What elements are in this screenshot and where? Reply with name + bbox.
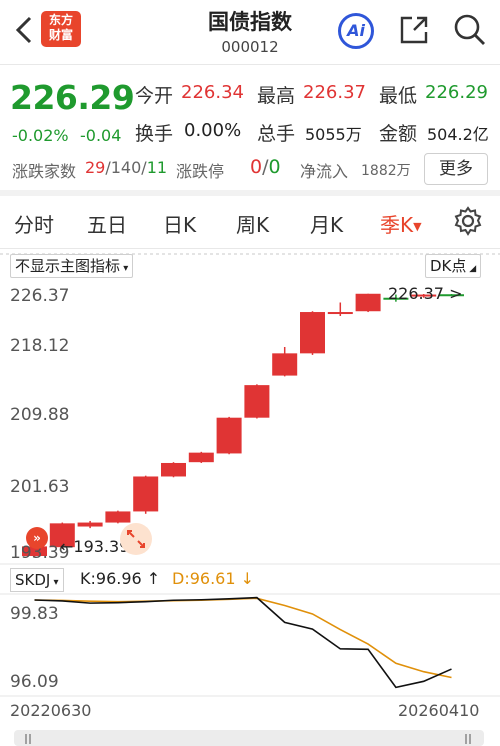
tab-quarterly-k-label: 季K (380, 213, 414, 237)
main-indicator-select[interactable]: 不显示主图指标 ▾ (10, 254, 134, 278)
netflow-value: 1882万 (361, 163, 411, 179)
logo-line1: 东方 (48, 13, 73, 27)
updown-label: 涨跌家数 (12, 162, 77, 181)
tab-daily-k[interactable]: 日K (163, 209, 196, 238)
collapse-arrows-icon[interactable]: » (26, 527, 48, 549)
min-marker-arrow: ← (60, 537, 74, 556)
limit-up-count: 0 (250, 156, 263, 178)
high-label: 最高 (257, 85, 296, 107)
d-text: D:96.61 (172, 569, 236, 588)
skdj-k-line (34, 596, 452, 689)
volume-value: 5055万 (305, 125, 362, 144)
kline-chart (0, 253, 500, 697)
kdj-tick-low: 96.09 (10, 672, 59, 692)
volume-label: 总手 (257, 123, 296, 145)
end-date: 20260410 (398, 701, 480, 720)
candle-body (77, 522, 103, 527)
flat-count: 140 (110, 158, 142, 177)
page-title: 国债指数 (208, 10, 292, 34)
security-code: 000012 (221, 38, 279, 56)
y-tick-4: 201.63 (10, 477, 70, 497)
sub-indicator-select[interactable]: SKDJ ▾ (10, 568, 64, 592)
k-value: K:96.96 ↑ (80, 569, 160, 588)
tabs-divider (0, 248, 500, 249)
high-value: 226.37 (303, 82, 366, 103)
start-date: 20220630 (10, 701, 92, 720)
dropdown-caret-icon: ▾ (120, 263, 129, 274)
turnover-value: 0.00% (184, 120, 242, 141)
updown-counts: 29/140/11 (85, 158, 167, 177)
limit-down-count: 0 (268, 156, 281, 178)
limit-counts: 0/0 (250, 156, 281, 178)
candle-body (133, 476, 159, 512)
tab-quarterly-k[interactable]: 季K▼ (380, 209, 422, 238)
tab-five-day[interactable]: 五日 (87, 209, 127, 238)
fullscreen-expand-icon[interactable] (120, 523, 152, 555)
skdj-layer (34, 596, 452, 689)
low-label: 最低 (379, 85, 418, 107)
d-down-arrow-icon: ↓ (240, 569, 255, 588)
turnover-label: 换手 (135, 123, 174, 145)
candle-body (355, 293, 381, 312)
caret-down-icon: ▼ (413, 220, 422, 233)
limit-label: 涨跌停 (176, 162, 225, 181)
gear-icon[interactable] (453, 206, 483, 236)
candle-body (105, 511, 131, 523)
amount-value: 504.2亿 (427, 125, 489, 144)
y-tick-3: 209.88 (10, 405, 70, 425)
min-price-marker: ←193.39 (60, 537, 129, 556)
tab-monthly-k[interactable]: 月K (310, 209, 343, 238)
change-percent: -0.02% (12, 126, 69, 145)
tab-weekly-k[interactable]: 周K (236, 209, 269, 238)
candle-body (300, 312, 325, 354)
candle-body (327, 312, 353, 315)
k-text: K:96.96 (80, 569, 142, 588)
period-tabs: 分时 五日 日K 周K 月K 季K▼ (0, 196, 500, 248)
skdj-d-line (34, 597, 452, 679)
top-bar: 东方 财富 国债指数 000012 Ai (0, 0, 500, 64)
header-divider (0, 64, 500, 65)
chart-scrollbar[interactable] (14, 730, 484, 746)
dk-point-label: DK点 (430, 257, 467, 275)
back-arrow-icon[interactable] (10, 10, 38, 50)
scrollbar-grips (25, 734, 471, 744)
more-button[interactable]: 更多 (424, 153, 488, 185)
y-tick-1: 226.37 (10, 286, 70, 306)
app-logo: 东方 财富 (41, 11, 81, 47)
candle-body (244, 385, 270, 418)
corner-caret-icon: ◢ (466, 264, 477, 274)
main-indicator-label: 不显示主图指标 (15, 257, 121, 275)
open-value: 226.34 (181, 82, 244, 103)
dk-price-marker: 226.37 > (388, 284, 463, 303)
logo-line2: 财富 (48, 28, 73, 42)
amount-label: 金额 (379, 123, 418, 145)
candle-body (272, 353, 298, 376)
sub-indicator-label: SKDJ (15, 571, 51, 589)
chart-grid (0, 253, 500, 697)
up-count: 29 (85, 158, 106, 177)
ai-assistant-button[interactable]: Ai (338, 13, 374, 49)
down-count: 11 (146, 158, 168, 177)
change-amount: -0.04 (80, 126, 122, 145)
tab-intraday[interactable]: 分时 (14, 209, 54, 238)
low-value: 226.29 (425, 82, 488, 103)
share-icon[interactable] (396, 12, 432, 48)
netflow-label: 净流入 (300, 162, 349, 181)
kdj-tick-high: 99.83 (10, 604, 59, 624)
d-value: D:96.61 ↓ (172, 569, 254, 588)
last-price: 226.29 (10, 78, 135, 117)
y-tick-2: 218.12 (10, 336, 70, 356)
candle-body (216, 417, 242, 454)
candle-body (161, 462, 186, 477)
candles-layer (22, 293, 464, 557)
dropdown-caret-icon: ▾ (50, 577, 59, 588)
search-icon[interactable] (452, 12, 488, 48)
open-label: 今开 (135, 85, 174, 107)
dk-point-select[interactable]: DK点 ◢ (425, 254, 482, 278)
candle-body (188, 452, 214, 463)
k-up-arrow-icon: ↑ (146, 569, 161, 588)
